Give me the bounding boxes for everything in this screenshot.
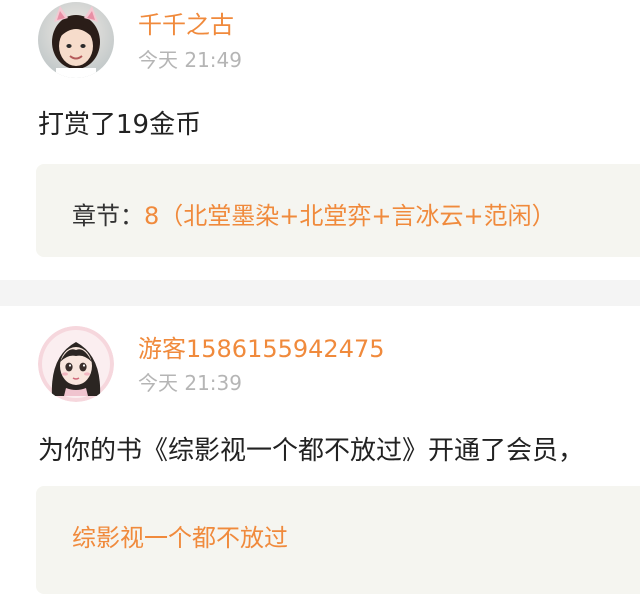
message-text: 为你的书《综影视一个都不放过》开通了会员， xyxy=(38,436,585,466)
username[interactable]: 千千之古 xyxy=(138,5,234,40)
user-avatar[interactable] xyxy=(38,2,114,78)
timestamp: 今天 21:49 xyxy=(138,48,242,72)
girl-photo-avatar-icon xyxy=(38,2,114,78)
username[interactable]: 游客1586155942475 xyxy=(138,329,385,364)
cartoon-girl-avatar-icon xyxy=(38,326,114,402)
book-title[interactable]: 综影视一个都不放过 xyxy=(72,518,288,553)
chapter-card[interactable]: 章节：8（北堂墨染+北堂弈+言冰云+范闲） xyxy=(36,164,640,257)
section-divider xyxy=(0,280,640,306)
timestamp: 今天 21:39 xyxy=(138,371,242,395)
chapter-value[interactable]: 8（北堂墨染+北堂弈+言冰云+范闲） xyxy=(144,202,556,230)
message-text: 打赏了19金币 xyxy=(38,110,202,140)
feed-item: 千千之古 今天 21:49 打赏了19金币 章节：8（北堂墨染+北堂弈+言冰云+… xyxy=(0,0,640,280)
message-feed: 千千之古 今天 21:49 打赏了19金币 章节：8（北堂墨染+北堂弈+言冰云+… xyxy=(0,0,640,594)
book-card[interactable]: 综影视一个都不放过 xyxy=(36,486,640,594)
user-avatar[interactable] xyxy=(38,326,114,402)
chapter-info: 章节：8（北堂墨染+北堂弈+言冰云+范闲） xyxy=(72,196,556,231)
chapter-label: 章节： xyxy=(72,202,144,230)
feed-item: 游客1586155942475 今天 21:39 为你的书《综影视一个都不放过》… xyxy=(0,306,640,594)
